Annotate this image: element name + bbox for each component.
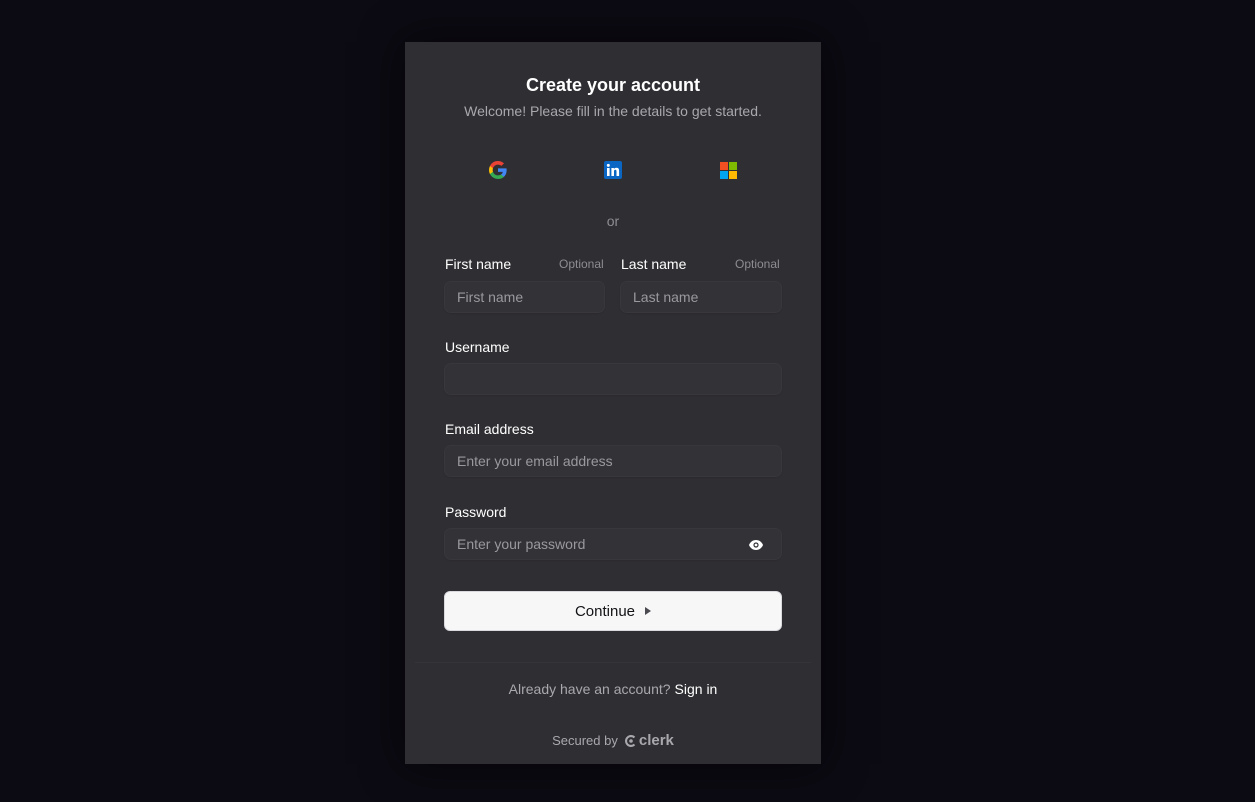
triangle-right-icon (645, 607, 652, 615)
last-name-input[interactable] (621, 282, 781, 312)
page-subtitle: Welcome! Please fill in the details to g… (464, 103, 762, 119)
password-input[interactable] (445, 529, 781, 559)
clerk-logo[interactable]: clerk (624, 732, 674, 749)
first-name-label: First name (445, 256, 512, 272)
secured-by-text: Secured by (552, 733, 618, 748)
linkedin-sign-in-button[interactable] (563, 154, 663, 186)
sign-up-card: Create your account Welcome! Please fill… (405, 42, 821, 764)
microsoft-icon (719, 161, 737, 179)
google-sign-in-button[interactable] (448, 154, 548, 186)
sign-in-prompt: Already have an account? Sign in (405, 681, 821, 697)
continue-button[interactable]: Continue (444, 591, 782, 631)
google-icon (489, 161, 507, 179)
username-label: Username (445, 339, 510, 355)
eye-icon (749, 540, 763, 550)
microsoft-sign-in-button[interactable] (678, 154, 778, 186)
linkedin-icon (604, 161, 622, 179)
email-input[interactable] (445, 446, 781, 476)
email-label: Email address (445, 421, 534, 437)
last-name-optional-hint: Optional (735, 257, 780, 271)
page-title: Create your account (525, 75, 701, 95)
footer-divider (415, 662, 811, 663)
secured-by: Secured by clerk (405, 732, 821, 749)
or-divider: or (606, 213, 620, 229)
sign-in-prompt-text: Already have an account? (508, 681, 671, 697)
username-input[interactable] (445, 364, 781, 394)
continue-label: Continue (574, 602, 636, 620)
sign-in-link[interactable]: Sign in (675, 681, 718, 697)
clerk-logo-icon (624, 734, 636, 747)
last-name-label: Last name (621, 256, 687, 272)
password-label: Password (445, 504, 507, 520)
first-name-optional-hint: Optional (559, 257, 604, 271)
first-name-input[interactable] (445, 282, 604, 312)
clerk-brand-text: clerk (638, 732, 674, 749)
show-password-toggle[interactable] (748, 538, 764, 552)
